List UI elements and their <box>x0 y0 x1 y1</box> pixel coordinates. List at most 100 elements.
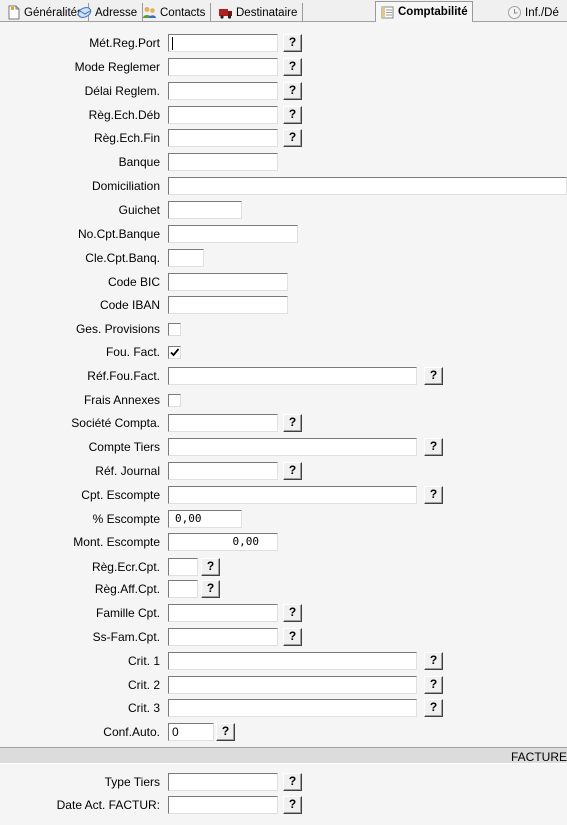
tab-inf-de[interactable]: Inf./Dé <box>503 3 564 22</box>
frais-annexes-checkbox[interactable] <box>168 394 181 407</box>
type-tiers-input[interactable] <box>168 773 278 791</box>
guichet-label: Guichet <box>118 203 160 217</box>
crit3-label: Crit. 3 <box>127 701 160 715</box>
crit2-lookup-button[interactable]: ? <box>424 676 443 694</box>
conf-auto-input[interactable]: 0 <box>168 723 214 741</box>
ss-fam-cpt-label: Ss-Fam.Cpt. <box>92 630 160 644</box>
conf-auto-lookup-button[interactable]: ? <box>216 723 235 741</box>
compte-tiers-label: Compte Tiers <box>88 440 160 454</box>
compte-tiers-input[interactable] <box>168 438 417 456</box>
ref-fou-fact-row: Réf.Fou.Fact. ? <box>0 366 567 386</box>
compte-tiers-row: Compte Tiers ? <box>0 437 567 457</box>
reg-ech-deb-label: Règ.Ech.Déb <box>88 108 160 122</box>
ges-provisions-checkbox[interactable] <box>168 323 181 336</box>
ges-provisions-row: Ges. Provisions <box>0 319 567 339</box>
famille-cpt-input[interactable] <box>168 604 278 622</box>
crit3-lookup-button[interactable]: ? <box>424 699 443 717</box>
reg-ech-fin-row: Règ.Ech.Fin ? <box>0 128 567 148</box>
societe-compta-label: Société Compta. <box>71 416 160 430</box>
date-act-factur-label: Date Act. FACTUR: <box>56 798 160 812</box>
cle-cpt-banq-row: Cle.Cpt.Banq. <box>0 248 567 268</box>
compte-tiers-lookup-button[interactable]: ? <box>424 438 443 456</box>
text-cursor <box>172 36 173 50</box>
date-act-factur-lookup-button[interactable]: ? <box>283 796 302 814</box>
met-reg-port-input[interactable] <box>168 34 278 52</box>
ref-journal-label: Réf. Journal <box>95 464 160 478</box>
pct-escompte-input[interactable]: 0,00 <box>168 510 242 528</box>
fou-fact-checkbox[interactable] <box>168 346 181 359</box>
reg-ecr-cpt-input[interactable] <box>168 558 198 576</box>
crit2-row: Crit. 2 ? <box>0 675 567 695</box>
met-reg-port-lookup-button[interactable]: ? <box>283 34 302 52</box>
delai-reglem-label: Délai Reglem. <box>84 84 160 98</box>
guichet-input[interactable] <box>168 201 242 219</box>
famille-cpt-row: Famille Cpt. ? <box>0 603 567 623</box>
ss-fam-cpt-lookup-button[interactable]: ? <box>283 628 302 646</box>
clock-icon <box>508 6 521 19</box>
reg-ech-deb-input[interactable] <box>168 106 278 124</box>
tab-contacts[interactable]: Contacts <box>138 3 212 22</box>
no-cpt-banque-label: No.Cpt.Banque <box>77 227 160 241</box>
societe-compta-lookup-button[interactable]: ? <box>283 414 302 432</box>
crit1-input[interactable] <box>168 652 417 670</box>
tab-comptabilite[interactable]: Comptabilité <box>375 1 473 22</box>
date-act-factur-input[interactable] <box>168 796 278 814</box>
reg-aff-cpt-lookup-button[interactable]: ? <box>201 580 220 598</box>
truck-icon <box>219 9 232 19</box>
domiciliation-input[interactable] <box>168 177 567 195</box>
type-tiers-lookup-button[interactable]: ? <box>283 773 302 791</box>
reg-ech-fin-label: Règ.Ech.Fin <box>93 131 160 145</box>
tab-adresse[interactable]: Adresse <box>73 3 144 22</box>
cpt-escompte-input[interactable] <box>168 486 417 504</box>
conf-auto-row: Conf.Auto. 0 ? <box>0 722 567 742</box>
date-act-factur-row: Date Act. FACTUR: ? <box>0 795 567 815</box>
crit3-row: Crit. 3 ? <box>0 698 567 718</box>
cle-cpt-banq-input[interactable] <box>168 249 204 267</box>
famille-cpt-lookup-button[interactable]: ? <box>283 604 302 622</box>
ges-provisions-label: Ges. Provisions <box>75 322 160 336</box>
ss-fam-cpt-input[interactable] <box>168 628 278 646</box>
pct-escompte-row: % Escompte 0,00 <box>0 509 567 529</box>
ref-fou-fact-input[interactable] <box>168 367 417 385</box>
no-cpt-banque-row: No.Cpt.Banque <box>0 224 567 244</box>
mode-reglement-label: Mode Reglemer <box>74 60 160 74</box>
delai-reglem-row: Délai Reglem. ? <box>0 81 567 101</box>
mode-reglement-lookup-button[interactable]: ? <box>283 58 302 76</box>
ref-fou-fact-lookup-button[interactable]: ? <box>424 367 443 385</box>
cpt-escompte-lookup-button[interactable]: ? <box>424 486 443 504</box>
reg-aff-cpt-input[interactable] <box>168 580 198 598</box>
pct-escompte-label: % Escompte <box>92 512 160 526</box>
code-iban-input[interactable] <box>168 296 288 314</box>
reg-ech-fin-lookup-button[interactable]: ? <box>283 129 302 147</box>
crit3-input[interactable] <box>168 699 417 717</box>
reg-aff-cpt-label: Règ.Aff.Cpt. <box>94 582 160 596</box>
mode-reglement-input[interactable] <box>168 58 278 76</box>
societe-compta-row: Société Compta. ? <box>0 413 567 433</box>
delai-reglem-lookup-button[interactable]: ? <box>283 82 302 100</box>
banque-input[interactable] <box>168 153 278 171</box>
ref-journal-row: Réf. Journal ? <box>0 461 567 481</box>
reg-ech-fin-input[interactable] <box>168 129 278 147</box>
crit1-lookup-button[interactable]: ? <box>424 652 443 670</box>
met-reg-port-label: Mét.Reg.Port <box>89 36 160 50</box>
ref-journal-input[interactable] <box>168 462 278 480</box>
delai-reglem-input[interactable] <box>168 82 278 100</box>
code-bic-input[interactable] <box>168 273 288 291</box>
no-cpt-banque-input[interactable] <box>168 225 298 243</box>
people-icon <box>143 7 156 18</box>
facture-section-band: FACTURE <box>0 747 567 764</box>
banque-label: Banque <box>118 155 160 169</box>
fou-fact-row: Fou. Fact. <box>0 342 567 362</box>
facture-section-label: FACTURE <box>510 750 567 764</box>
societe-compta-input[interactable] <box>168 414 278 432</box>
crit2-input[interactable] <box>168 676 417 694</box>
reg-ecr-cpt-row: Règ.Ecr.Cpt. ? <box>0 557 567 577</box>
ref-journal-lookup-button[interactable]: ? <box>283 462 302 480</box>
reg-ecr-cpt-label: Règ.Ecr.Cpt. <box>91 560 160 574</box>
mont-escompte-input[interactable]: 0,00 <box>168 533 278 551</box>
tab-destinataire[interactable]: Destinataire <box>214 3 304 22</box>
fou-fact-label: Fou. Fact. <box>105 345 160 359</box>
reg-ecr-cpt-lookup-button[interactable]: ? <box>201 558 220 576</box>
envelope-icon <box>77 7 92 18</box>
reg-ech-deb-lookup-button[interactable]: ? <box>283 106 302 124</box>
